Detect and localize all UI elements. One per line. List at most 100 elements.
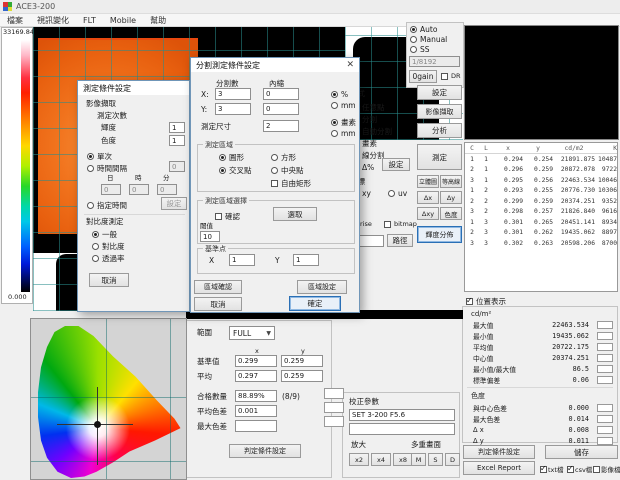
timed-radio[interactable]: 指定時間 — [87, 200, 127, 211]
max-colordiff-field — [235, 420, 277, 432]
range-dropdown[interactable]: FULL▼ — [229, 326, 275, 340]
transmittance-radio[interactable]: 透過率 — [92, 253, 125, 264]
exposure-ss-radio[interactable]: SS — [410, 45, 430, 54]
measure-button[interactable]: 測定 — [417, 144, 462, 170]
average-x-field[interactable]: 0.297 — [235, 370, 277, 382]
hour-field[interactable]: 0 — [129, 184, 149, 195]
zoom-x2-button[interactable]: x2 — [349, 453, 369, 466]
txt-file-checkbox[interactable]: txt檔 — [540, 464, 563, 474]
settings-button[interactable]: 設定 — [417, 85, 462, 100]
judge-condition-button-2[interactable]: 判定條件設定 — [229, 444, 301, 458]
dialog-title-bar[interactable]: 分割測定條件設定 ✕ — [191, 58, 359, 72]
csv-file-checkbox[interactable]: csv檔 — [567, 464, 592, 474]
x-divisions-field[interactable]: 3 — [215, 88, 251, 100]
delta-x-button[interactable]: Δx — [417, 191, 439, 204]
multi-d-button[interactable]: D — [445, 453, 460, 466]
menu-mobile[interactable]: Mobile — [103, 16, 143, 25]
bitmap-checkbox[interactable]: bitmap — [384, 220, 417, 228]
contour-button[interactable]: 等高線 — [440, 175, 462, 188]
table-row[interactable]: 2 1 0.296 0.259 20872.078 9722 — [465, 165, 617, 176]
size-field[interactable]: 2 — [263, 120, 299, 132]
judge-indicator-box — [597, 437, 613, 445]
analyze-button[interactable]: 分析 — [417, 123, 462, 138]
menu-flt[interactable]: FLT — [76, 16, 103, 25]
cancel-button[interactable]: 取消 — [194, 297, 242, 311]
exposure-auto-radio[interactable]: Auto — [410, 25, 437, 34]
minute-field[interactable]: 0 — [157, 184, 177, 195]
mm-label-2: mm — [341, 129, 356, 138]
dialog-title-bar[interactable]: 測定條件設定 — [78, 81, 189, 95]
timed-set-button[interactable]: 設定 — [161, 197, 187, 210]
exposure-manual-radio[interactable]: Manual — [410, 35, 447, 44]
luminance-count-field[interactable]: 1 — [169, 122, 185, 133]
cancel-button[interactable]: 取消 — [89, 273, 129, 287]
inset-percent-radio[interactable]: % — [331, 90, 348, 99]
shutter-speed-field[interactable]: 1/8192 — [409, 56, 460, 67]
radio-icon — [410, 36, 417, 43]
table-row[interactable]: 1 2 0.293 0.255 20776.730 10306 — [465, 186, 617, 197]
capture-button[interactable]: 影像擷取 — [417, 104, 462, 119]
ok-button[interactable]: 確定 — [289, 296, 341, 311]
threshold-field[interactable]: 10 — [200, 231, 220, 242]
multi-m-button[interactable]: M — [411, 453, 426, 466]
square-radio[interactable]: 方形 — [271, 152, 296, 163]
y-divisions-field[interactable]: 3 — [215, 103, 251, 115]
zoom-x8-button[interactable]: x8 — [393, 453, 413, 466]
table-row[interactable]: 1 3 0.301 0.265 20451.141 8934 — [465, 217, 617, 228]
zoom-x4-button[interactable]: x4 — [371, 453, 391, 466]
coord-uv-radio[interactable]: uv — [388, 189, 407, 198]
dr-checkbox[interactable]: DR — [441, 72, 461, 80]
day-field[interactable]: 0 — [101, 184, 121, 195]
close-icon[interactable]: ✕ — [346, 61, 354, 70]
table-row[interactable]: 3 3 0.302 0.263 20598.206 8700 — [465, 238, 617, 249]
calibration-set-field[interactable]: SET 3-200 F5.6 — [349, 409, 455, 421]
judge-condition-button[interactable]: 判定條件設定 — [463, 445, 535, 459]
x-inset-field[interactable]: 0 — [263, 88, 299, 100]
interval-radio[interactable]: 時間間隔 — [87, 163, 127, 174]
excel-report-button[interactable]: Excel Report — [463, 461, 535, 475]
pick-button[interactable]: 選取 — [273, 207, 317, 221]
solid-graph-button[interactable]: 立體圖 — [417, 175, 439, 188]
menu-file[interactable]: 檔案 — [0, 15, 30, 26]
table-row[interactable]: 2 3 0.301 0.262 19435.062 8897 — [465, 228, 617, 239]
average-y-field[interactable]: 0.259 — [281, 370, 323, 382]
center-point-radio[interactable]: 中央點 — [271, 165, 304, 176]
table-row[interactable]: 1 1 0.294 0.254 21891.875 10487 — [465, 154, 617, 165]
chromaticity-count-field[interactable]: 1 — [169, 135, 185, 146]
chroma-map-button[interactable]: 色度 — [440, 207, 462, 220]
method-set-button[interactable]: 設定 — [382, 158, 410, 171]
path-button[interactable]: 路徑 — [387, 234, 413, 247]
reference-y-field[interactable]: 0.259 — [281, 355, 323, 367]
calibration-extra-field[interactable] — [349, 423, 455, 435]
circle-radio[interactable]: 圓形 — [219, 152, 244, 163]
reference-x-field[interactable]: 0.299 — [235, 355, 277, 367]
inset-mm-radio[interactable]: mm — [331, 101, 356, 110]
size-mm-radio[interactable]: mm — [331, 129, 356, 138]
normal-label: 一般 — [102, 229, 117, 240]
image-file-checkbox[interactable]: 影像檔 — [593, 464, 620, 474]
delta-xy-button[interactable]: Δxy — [417, 207, 439, 220]
confirm-checkbox[interactable]: 確認 — [215, 211, 240, 222]
contrast-radio[interactable]: 對比度 — [92, 241, 125, 252]
area-confirm-button[interactable]: 區域確認 — [194, 280, 242, 294]
area-set-button[interactable]: 區域設定 — [297, 280, 347, 294]
save-button[interactable]: 儲存 — [545, 445, 618, 459]
table-row[interactable]: 2 2 0.299 0.259 20374.251 9352 — [465, 196, 617, 207]
single-radio[interactable]: 單次 — [87, 151, 112, 162]
base-y-field[interactable]: 1 — [293, 254, 319, 266]
table-row[interactable]: 3 1 0.295 0.256 22463.534 10046 — [465, 175, 617, 186]
free-rect-checkbox[interactable]: 自由矩形 — [271, 178, 311, 189]
luminance-distribution-button[interactable]: 輝度分佈 — [417, 226, 462, 243]
delta-y-button[interactable]: Δy — [440, 191, 462, 204]
menu-video-change[interactable]: 視訊變化 — [30, 15, 76, 26]
base-x-field[interactable]: 1 — [229, 254, 255, 266]
cross-point-radio[interactable]: 交叉點 — [219, 165, 252, 176]
normal-radio[interactable]: 一般 — [92, 229, 117, 240]
y-inset-field[interactable]: 0 — [263, 103, 299, 115]
interval-field[interactable]: 0 — [169, 161, 185, 172]
gain-button[interactable]: 0gain — [409, 70, 437, 83]
size-pixel-radio[interactable]: 畫素 — [331, 117, 356, 128]
table-row[interactable]: 3 2 0.298 0.257 21826.840 9616 — [465, 207, 617, 218]
multi-s-button[interactable]: S — [428, 453, 443, 466]
menu-help[interactable]: 幫助 — [143, 15, 173, 26]
